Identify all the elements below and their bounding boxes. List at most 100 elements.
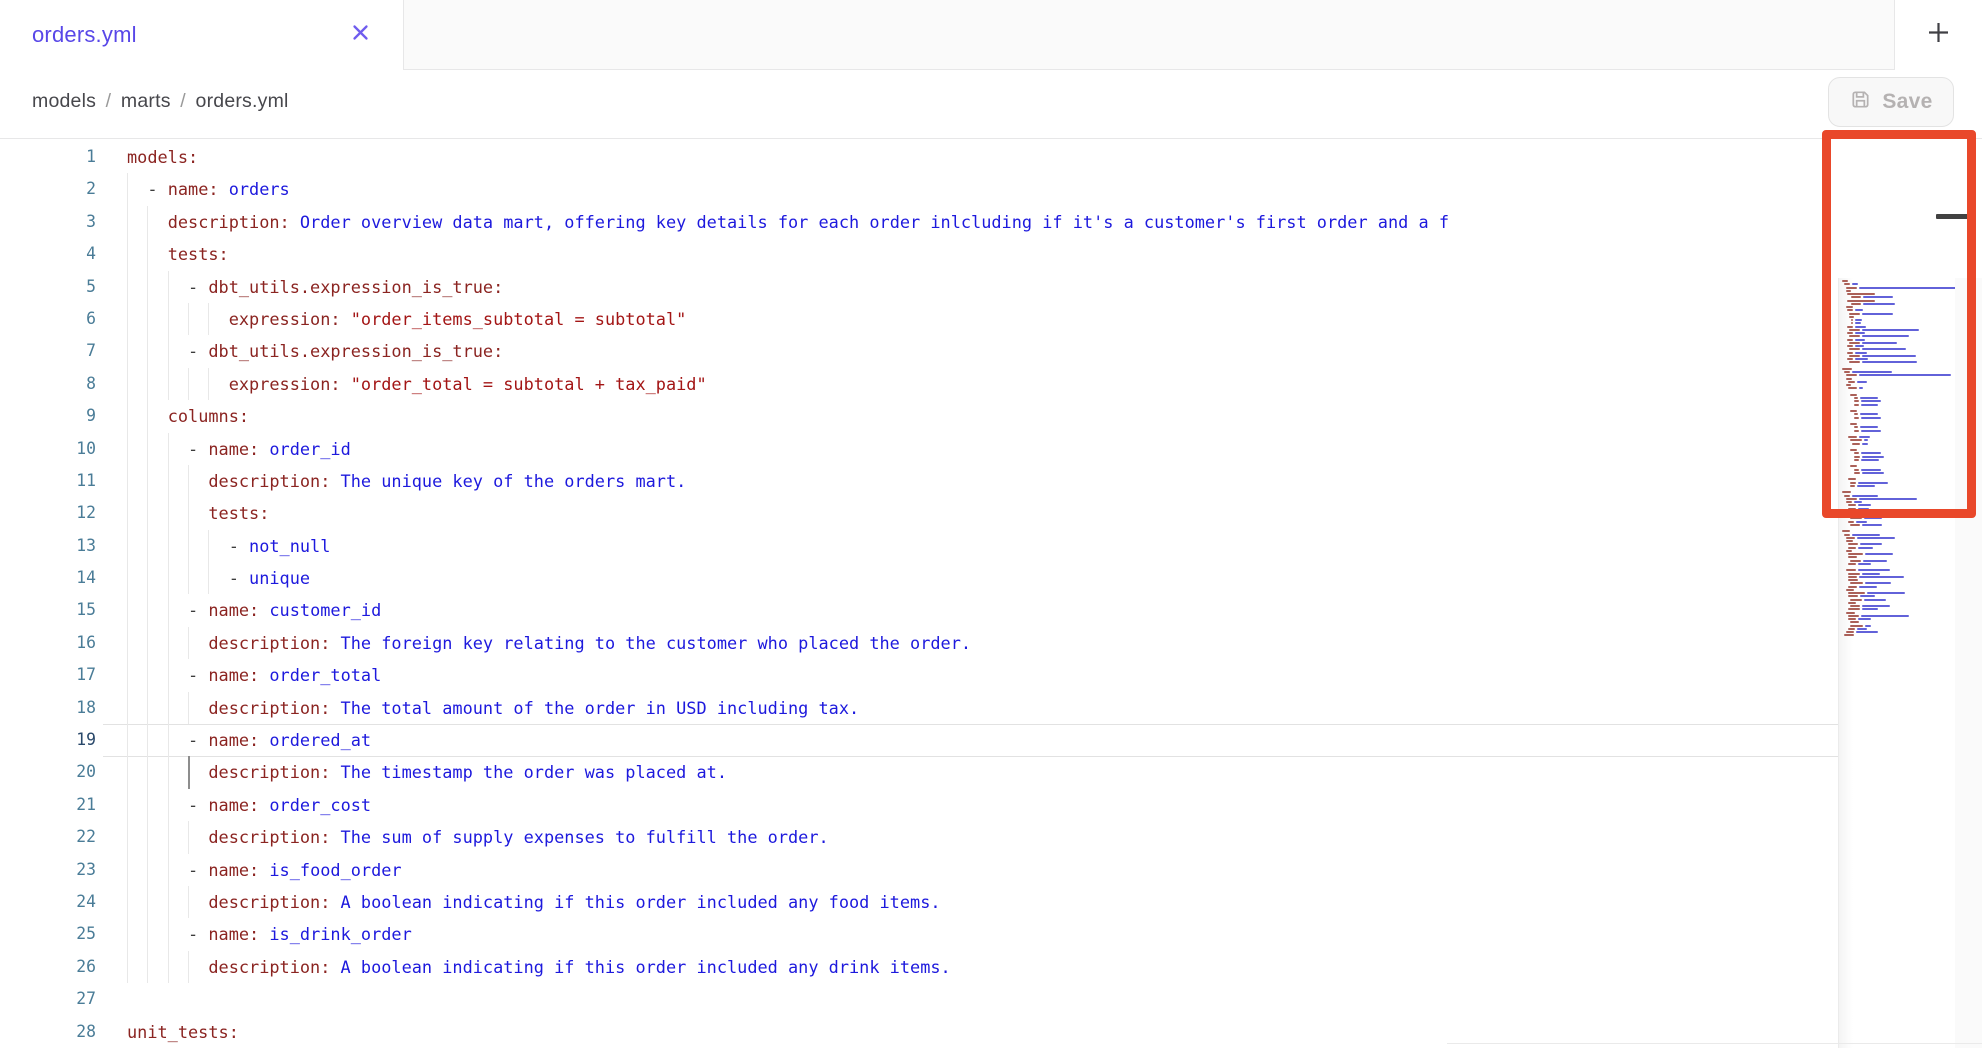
code-token: A boolean indicating if this order inclu…: [330, 892, 940, 912]
code-token: models:: [127, 147, 198, 167]
code-line[interactable]: 9 columns:: [0, 400, 1838, 432]
line-number: 9: [0, 400, 96, 432]
line-number: 6: [0, 303, 96, 335]
code-line[interactable]: 20 description: The timestamp the order …: [0, 756, 1838, 788]
code-line-text: - name: ordered_at: [127, 724, 371, 756]
code-token: A boolean indicating if this order inclu…: [330, 957, 950, 977]
code-line[interactable]: 21 - name: order_cost: [0, 789, 1838, 821]
minimap-line: [1848, 478, 1856, 480]
code-token: tests:: [168, 244, 229, 264]
code-line[interactable]: 24 description: A boolean indicating if …: [0, 886, 1838, 918]
tab-bar: orders.yml: [0, 0, 1982, 70]
code-line[interactable]: 3 description: Order overview data mart,…: [0, 206, 1838, 238]
code-line[interactable]: 1models:: [0, 141, 1838, 173]
code-line[interactable]: 15 - name: customer_id: [0, 594, 1838, 626]
code-line-text: - name: order_total: [127, 659, 381, 691]
code-token: The timestamp the order was placed at.: [330, 762, 727, 782]
new-tab-button[interactable]: [1894, 0, 1982, 70]
code-token: -: [147, 179, 167, 199]
minimap-line: [1847, 352, 1867, 354]
code-token: is_food_order: [259, 860, 401, 880]
minimap-line: [1847, 309, 1863, 311]
minimap-line: [1850, 605, 1890, 607]
code-line[interactable]: 7 - dbt_utils.expression_is_true:: [0, 335, 1838, 367]
overview-ruler-cursor-marker: [1936, 214, 1976, 219]
code-line[interactable]: 10 - name: order_id: [0, 433, 1838, 465]
minimap-line: [1848, 602, 1856, 604]
minimap-line: [1854, 469, 1881, 471]
minimap-line: [1846, 384, 1851, 386]
code-line[interactable]: 16 description: The foreign key relating…: [0, 627, 1838, 659]
code-token: -: [188, 924, 208, 944]
tab-close-button[interactable]: [348, 23, 372, 47]
minimap-line: [1848, 618, 1871, 620]
line-number: 15: [0, 594, 96, 626]
code-line[interactable]: 8 expression: "order_total = subtotal + …: [0, 368, 1838, 400]
minimap-line: [1854, 400, 1881, 402]
code-line[interactable]: 5 - dbt_utils.expression_is_true:: [0, 271, 1838, 303]
line-number: 5: [0, 271, 96, 303]
code-line-text: tests:: [127, 497, 269, 529]
code-line[interactable]: 27: [0, 983, 1838, 1015]
code-token: description:: [208, 957, 330, 977]
code-line[interactable]: 26 description: A boolean indicating if …: [0, 951, 1838, 983]
minimap-line: [1848, 563, 1871, 565]
line-number: 23: [0, 854, 96, 886]
line-number: 25: [0, 918, 96, 950]
breadcrumb-segment: orders.yml: [196, 90, 289, 112]
minimap-line: [1854, 397, 1878, 399]
code-line[interactable]: 18 description: The total amount of the …: [0, 692, 1838, 724]
code-line[interactable]: 17 - name: order_total: [0, 659, 1838, 691]
code-token: unique: [249, 568, 310, 588]
minimap-line: [1848, 553, 1893, 555]
tab-orders-yml[interactable]: orders.yml: [0, 0, 404, 70]
minimap-line: [1851, 303, 1895, 305]
code-token: description:: [208, 471, 330, 491]
code-token: not_null: [249, 536, 330, 556]
code-token: customer_id: [259, 600, 381, 620]
minimap-line: [1846, 378, 1852, 380]
code-token: description:: [168, 212, 290, 232]
code-line-text: description: The foreign key relating to…: [127, 627, 971, 659]
code-line[interactable]: 22 description: The sum of supply expens…: [0, 821, 1838, 853]
line-number: 28: [0, 1016, 96, 1048]
minimap-line: [1854, 456, 1884, 458]
code-line[interactable]: 2 - name: orders: [0, 173, 1838, 205]
code-line[interactable]: 4 tests:: [0, 238, 1838, 270]
line-number: 12: [0, 497, 96, 529]
code-line[interactable]: 12 tests:: [0, 497, 1838, 529]
code-line[interactable]: 14 - unique: [0, 562, 1838, 594]
line-number: 19: [0, 724, 96, 756]
code-line[interactable]: 25 - name: is_drink_order: [0, 918, 1838, 950]
minimap-line: [1844, 634, 1854, 636]
code-token: expression:: [229, 374, 341, 394]
code-line-text: - name: orders: [127, 173, 290, 205]
code-line[interactable]: 19 - name: ordered_at: [0, 724, 1838, 756]
code-token: order_total: [259, 665, 381, 685]
line-number: 3: [0, 206, 96, 238]
save-icon: [1849, 88, 1872, 116]
code-line[interactable]: 6 expression: "order_items_subtotal = su…: [0, 303, 1838, 335]
minimap-line: [1848, 504, 1871, 506]
line-number: 26: [0, 951, 96, 983]
minimap-line: [1850, 560, 1887, 562]
minimap-line: [1849, 316, 1854, 318]
code-line[interactable]: 23 - name: is_food_order: [0, 854, 1838, 886]
minimap[interactable]: [1838, 278, 1957, 1048]
overview-ruler[interactable]: [1955, 278, 1982, 1048]
pane-bottom-divider: [1447, 1043, 1982, 1044]
code-line[interactable]: 13 - not_null: [0, 530, 1838, 562]
minimap-line: [1847, 300, 1875, 302]
minimap-line: [1848, 595, 1875, 597]
code-line-text: description: The timestamp the order was…: [127, 756, 727, 788]
code-token: name:: [208, 860, 259, 880]
minimap-line: [1846, 631, 1878, 633]
minimap-line: [1850, 410, 1857, 412]
code-line[interactable]: 11 description: The unique key of the or…: [0, 465, 1838, 497]
breadcrumb-segment: marts: [121, 90, 171, 112]
line-number: 14: [0, 562, 96, 594]
code-viewport[interactable]: 1models:2 - name: orders3 description: O…: [0, 139, 1838, 1048]
save-button[interactable]: Save: [1828, 77, 1954, 127]
code-token: -: [188, 730, 208, 750]
minimap-line: [1854, 417, 1881, 419]
